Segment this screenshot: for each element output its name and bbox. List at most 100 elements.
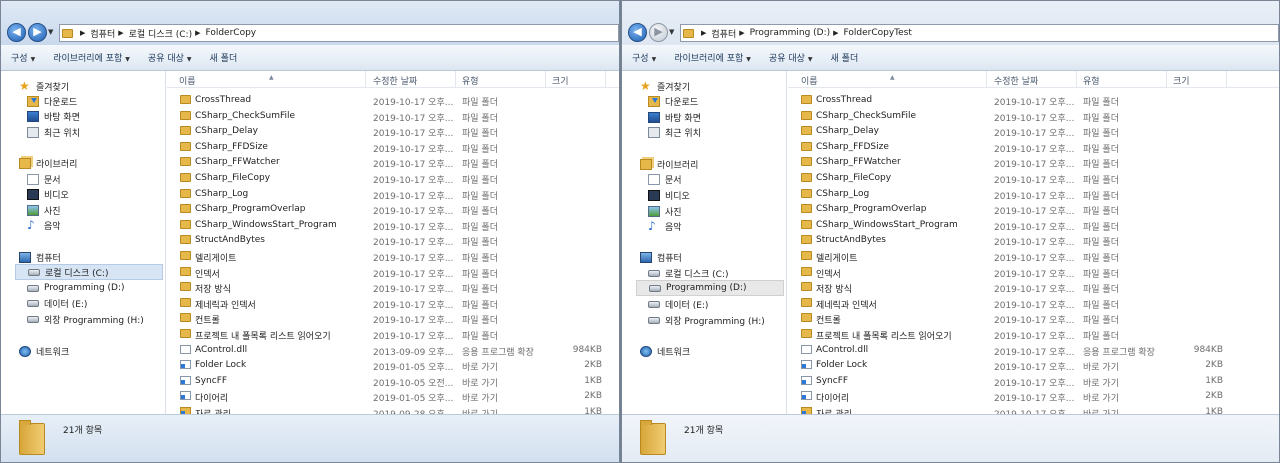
file-row[interactable]: 프로젝트 내 폴목록 리스트 읽어오기 2019-10-17 오후... 파일 폴더 <box>788 327 1279 343</box>
nav-downloads[interactable]: 다운로드 <box>648 93 698 109</box>
nav-recent[interactable]: 최근 위치 <box>648 124 701 140</box>
file-row[interactable]: CSharp_Log 2019-10-17 오후... 파일 폴더 <box>167 187 619 203</box>
file-row[interactable]: 델리게이트 2019-10-17 오후... 파일 폴더 <box>167 249 619 265</box>
nav-external-h[interactable]: 외장 Programming (H:) <box>648 312 765 328</box>
breadcrumb-drive[interactable]: 로컬 디스크 (C:) <box>129 27 192 40</box>
nav-data-e[interactable]: 데이터 (E:) <box>27 295 87 311</box>
nav-documents[interactable]: 문서 <box>648 171 682 187</box>
share-button[interactable]: 공유 대상 ▼ <box>769 51 813 64</box>
nav-videos[interactable]: 비디오 <box>648 187 690 203</box>
file-row[interactable]: 인덱서 2019-10-17 오후... 파일 폴더 <box>788 265 1279 281</box>
column-header-name[interactable]: 이름 <box>801 74 818 87</box>
back-button[interactable]: ◀ <box>628 23 647 42</box>
file-row[interactable]: 다이어리 2019-10-17 오후... 바로 가기 2KB <box>788 389 1279 405</box>
file-row[interactable]: 컨트롤 2019-10-17 오후... 파일 폴더 <box>788 311 1279 327</box>
column-header-type[interactable]: 유형 <box>1083 74 1100 87</box>
nav-documents[interactable]: 문서 <box>27 171 61 187</box>
file-row[interactable]: 프로젝트 내 폴목록 리스트 읽어오기 2019-10-17 오후... 파일 폴더 <box>167 327 619 343</box>
new-folder-button[interactable]: 새 폴더 <box>210 51 238 64</box>
include-library-button[interactable]: 라이브러리에 포함 ▼ <box>674 51 751 64</box>
forward-button[interactable]: ▶ <box>28 23 47 42</box>
file-row[interactable]: CrossThread 2019-10-17 오후... 파일 폴더 <box>167 93 619 109</box>
nav-external-h[interactable]: 외장 Programming (H:) <box>27 311 144 327</box>
chevron-right-icon[interactable]: ▶ <box>80 29 85 37</box>
file-row[interactable]: StructAndBytes 2019-10-17 오후... 파일 폴더 <box>167 233 619 249</box>
file-row[interactable]: CSharp_FFWatcher 2019-10-17 오후... 파일 폴더 <box>788 155 1279 171</box>
nav-programming-d[interactable]: Programming (D:) <box>636 280 784 296</box>
file-row[interactable]: AControl.dll 2013-09-09 오후... 응용 프로그램 확장 98… <box>167 343 619 359</box>
file-row[interactable]: 인덱서 2019-10-17 오후... 파일 폴더 <box>167 265 619 281</box>
file-row[interactable]: CSharp_FileCopy 2019-10-17 오후... 파일 폴더 <box>788 171 1279 187</box>
nav-recent[interactable]: 최근 위치 <box>27 124 80 140</box>
file-row[interactable]: 제네릭과 인덱서 2019-10-17 오후... 파일 폴더 <box>788 296 1279 312</box>
chevron-right-icon[interactable]: ▶ <box>739 29 744 37</box>
nav-computer[interactable]: 컴퓨터 <box>640 249 682 265</box>
address-bar[interactable]: ▶ 컴퓨터 ▶ 로컬 디스크 (C:) ▶ FolderCopy <box>59 24 619 42</box>
file-row[interactable]: 자료 관리 2019-10-17 오후... 바로 가기 1KB <box>788 405 1279 414</box>
column-header-type[interactable]: 유형 <box>462 74 479 87</box>
nav-local-disk-c[interactable]: 로컬 디스크 (C:) <box>15 264 163 280</box>
file-row[interactable]: CSharp_Log 2019-10-17 오후... 파일 폴더 <box>788 187 1279 203</box>
nav-desktop[interactable]: 바탕 화면 <box>648 109 701 125</box>
column-header-modified[interactable]: 수정한 날짜 <box>994 74 1038 87</box>
organize-button[interactable]: 구성 ▼ <box>11 51 35 64</box>
file-row[interactable]: CSharp_Delay 2019-10-17 오후... 파일 폴더 <box>167 124 619 140</box>
file-row[interactable]: 제네릭과 인덱서 2019-10-17 오후... 파일 폴더 <box>167 296 619 312</box>
address-bar[interactable]: ▶ 컴퓨터 ▶ Programming (D:) ▶ FolderCopyTes… <box>680 24 1279 42</box>
file-row[interactable]: CSharp_FFDSize 2019-10-17 오후... 파일 폴더 <box>167 140 619 156</box>
file-row[interactable]: CSharp_Delay 2019-10-17 오후... 파일 폴더 <box>788 124 1279 140</box>
file-row[interactable]: CSharp_WindowsStart_Program 2019-10-17 오후… <box>167 218 619 234</box>
new-folder-button[interactable]: 새 폴더 <box>831 51 859 64</box>
forward-button[interactable]: ▶ <box>649 23 668 42</box>
nav-pictures[interactable]: 사진 <box>27 202 61 218</box>
nav-music[interactable]: ♪ 음악 <box>648 218 682 234</box>
nav-downloads[interactable]: 다운로드 <box>27 93 77 109</box>
file-row[interactable]: CSharp_CheckSumFile 2019-10-17 오후... 파일 폴더 <box>167 109 619 125</box>
nav-favorites[interactable]: ★ 즐겨찾기 <box>640 78 690 94</box>
file-row[interactable]: 저장 방식 2019-10-17 오후... 파일 폴더 <box>788 280 1279 296</box>
file-row[interactable]: CSharp_WindowsStart_Program 2019-10-17 오후… <box>788 218 1279 234</box>
file-row[interactable]: 저장 방식 2019-10-17 오후... 파일 폴더 <box>167 280 619 296</box>
file-row[interactable]: 컨트롤 2019-10-17 오후... 파일 폴더 <box>167 311 619 327</box>
file-row[interactable]: CSharp_CheckSumFile 2019-10-17 오후... 파일 폴더 <box>788 109 1279 125</box>
file-row[interactable]: SyncFF 2019-10-17 오후... 바로 가기 1KB <box>788 374 1279 390</box>
chevron-right-icon[interactable]: ▶ <box>195 29 200 37</box>
chevron-right-icon[interactable]: ▶ <box>701 29 706 37</box>
nav-music[interactable]: ♪ 음악 <box>27 217 61 233</box>
share-button[interactable]: 공유 대상 ▼ <box>148 51 192 64</box>
column-header-size[interactable]: 크기 <box>1173 74 1190 87</box>
file-row[interactable]: StructAndBytes 2019-10-17 오후... 파일 폴더 <box>788 233 1279 249</box>
nav-local-disk-c[interactable]: 로컬 디스크 (C:) <box>648 265 728 281</box>
recent-pages-dropdown-icon[interactable]: ▼ <box>48 28 56 36</box>
nav-desktop[interactable]: 바탕 화면 <box>27 108 80 124</box>
nav-programming-d[interactable]: Programming (D:) <box>27 280 125 296</box>
file-row[interactable]: SyncFF 2019-10-05 오전... 바로 가기 1KB <box>167 374 619 390</box>
organize-button[interactable]: 구성 ▼ <box>632 51 656 64</box>
nav-network[interactable]: 네트워크 <box>640 343 690 359</box>
recent-pages-dropdown-icon[interactable]: ▼ <box>669 28 677 36</box>
breadcrumb-folder[interactable]: FolderCopy <box>205 28 256 38</box>
column-header-size[interactable]: 크기 <box>552 74 569 87</box>
nav-network[interactable]: 네트워크 <box>19 343 69 359</box>
chevron-right-icon[interactable]: ▶ <box>833 29 838 37</box>
breadcrumb-computer[interactable]: 컴퓨터 <box>711 27 736 40</box>
nav-pictures[interactable]: 사진 <box>648 203 682 219</box>
include-library-button[interactable]: 라이브러리에 포함 ▼ <box>53 51 130 64</box>
file-row[interactable]: CrossThread 2019-10-17 오후... 파일 폴더 <box>788 93 1279 109</box>
breadcrumb-folder[interactable]: FolderCopyTest <box>844 28 912 38</box>
nav-computer[interactable]: 컴퓨터 <box>19 249 61 265</box>
chevron-right-icon[interactable]: ▶ <box>118 29 123 37</box>
file-row[interactable]: CSharp_ProgramOverlap 2019-10-17 오후... 파일 … <box>167 202 619 218</box>
file-row[interactable]: AControl.dll 2019-10-17 오후... 응용 프로그램 확장 98… <box>788 343 1279 359</box>
file-row[interactable]: CSharp_FFDSize 2019-10-17 오후... 파일 폴더 <box>788 140 1279 156</box>
nav-libraries[interactable]: 라이브러리 <box>19 155 77 171</box>
file-row[interactable]: CSharp_ProgramOverlap 2019-10-17 오후... 파일 … <box>788 202 1279 218</box>
column-header-name[interactable]: 이름 <box>179 74 196 87</box>
nav-libraries[interactable]: 라이브러리 <box>640 156 698 172</box>
back-button[interactable]: ◀ <box>7 23 26 42</box>
nav-favorites[interactable]: ★ 즐겨찾기 <box>19 78 69 94</box>
file-row[interactable]: CSharp_FFWatcher 2019-10-17 오후... 파일 폴더 <box>167 155 619 171</box>
nav-videos[interactable]: 비디오 <box>27 186 69 202</box>
nav-data-e[interactable]: 데이터 (E:) <box>648 296 708 312</box>
column-header-modified[interactable]: 수정한 날짜 <box>373 74 417 87</box>
